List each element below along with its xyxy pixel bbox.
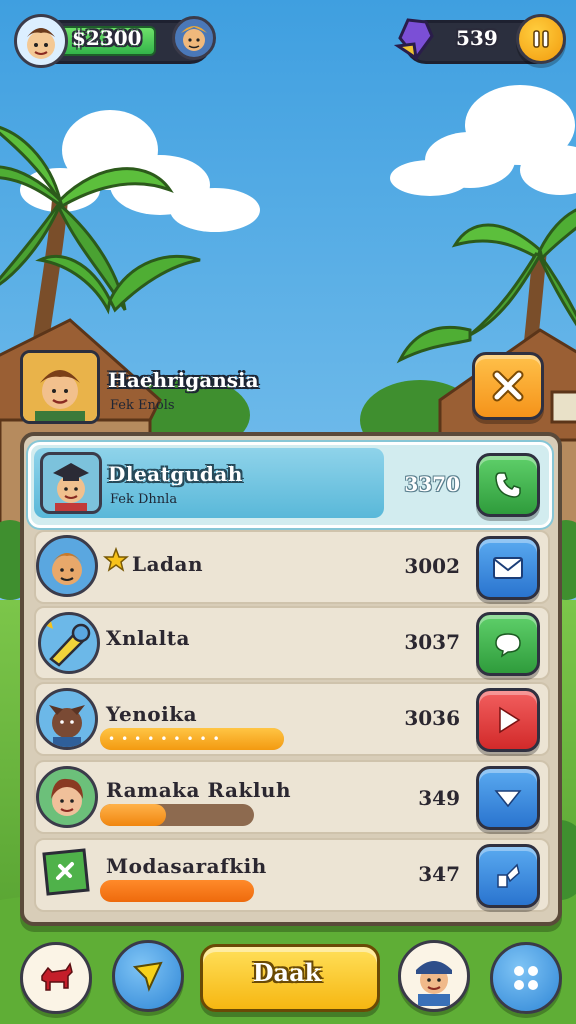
row-score: 3002 [404, 554, 460, 578]
share-button[interactable] [476, 844, 540, 908]
mail-button[interactable] [476, 536, 540, 600]
chat-button[interactable] [476, 612, 540, 676]
phone-icon [495, 472, 521, 498]
row-avatar [38, 612, 100, 674]
row-avatar [40, 452, 102, 514]
row-name: Ladan [132, 552, 204, 576]
chevron-down-icon [494, 790, 522, 808]
progress-fill [100, 880, 254, 902]
row-score: 3370 [404, 472, 460, 496]
row-avatar [36, 535, 98, 597]
row-avatar [36, 688, 98, 750]
send-button[interactable] [112, 940, 184, 1012]
send-icon [132, 961, 163, 992]
play-icon [499, 706, 521, 734]
player-avatar[interactable] [14, 14, 68, 68]
play-button[interactable] [476, 688, 540, 752]
row-name: Ramaka Rakluh [106, 778, 292, 802]
row-subtitle: Fek Dhnla [110, 492, 178, 507]
row-name: Modasarafkih [106, 854, 267, 878]
expand-button[interactable] [476, 766, 540, 830]
row-avatar [40, 846, 92, 898]
call-button[interactable] [476, 453, 540, 517]
gem-icon [393, 16, 438, 62]
profile-name: Haehrigansia [108, 368, 259, 392]
close-icon [492, 370, 524, 402]
friend-avatar[interactable] [172, 16, 216, 60]
row-avatar [36, 766, 98, 828]
progress-fill [100, 804, 167, 826]
star-icon [102, 546, 130, 577]
profile-subtitle: Fek Enols [110, 398, 175, 413]
progress-dots: ••••••••• [108, 732, 226, 746]
gem-value: 539 [456, 26, 498, 50]
pause-button[interactable] [516, 14, 566, 64]
row-name: Xnlalta [106, 626, 190, 650]
money-value: $2300 [72, 26, 142, 50]
row-score: 349 [418, 786, 460, 810]
profile-avatar [20, 350, 100, 424]
row-name: Yenoika [106, 702, 198, 726]
main-action-label: Daak [252, 958, 322, 987]
grid-menu-icon [514, 966, 538, 990]
row-score: 3036 [404, 706, 460, 730]
chat-bubble-icon [495, 633, 521, 658]
pet-button[interactable] [20, 942, 92, 1014]
row-name: Dleatgudah [108, 462, 243, 486]
row-score: 3037 [404, 630, 460, 654]
character-avatar [416, 961, 452, 1006]
close-button[interactable] [472, 352, 544, 420]
mail-icon [493, 557, 523, 579]
character-button[interactable] [398, 940, 470, 1012]
row-score: 347 [418, 862, 460, 886]
menu-button[interactable] [490, 942, 562, 1014]
horse-icon [41, 962, 73, 991]
pause-icon [533, 30, 549, 48]
share-icon [497, 863, 520, 888]
